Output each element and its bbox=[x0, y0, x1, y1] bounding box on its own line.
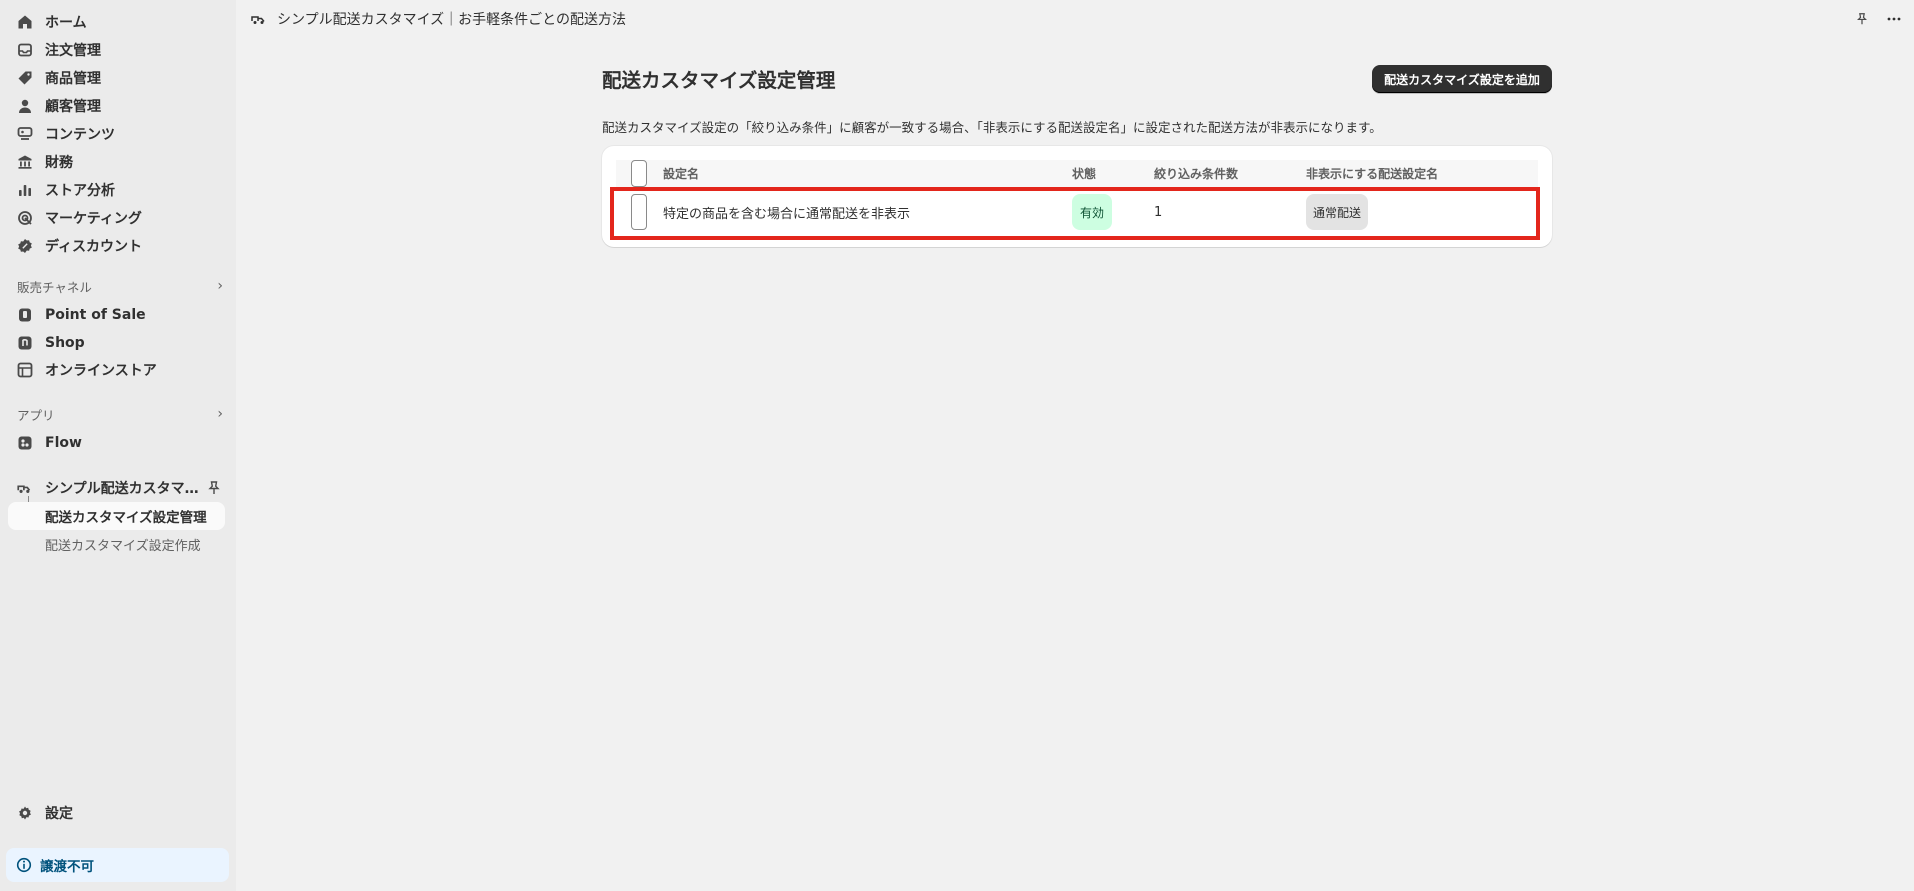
nav-label: 配送カスタマイズ設定作成 bbox=[45, 538, 201, 554]
main-content: シンプル配送カスタマイズ｜お手軽条件ごとの配送方法 配送カスタマイズ設定管理 配… bbox=[236, 0, 1914, 891]
shipping-app-icon bbox=[250, 10, 268, 28]
section-label: アプリ bbox=[17, 407, 55, 423]
status-badge: 有効 bbox=[1072, 194, 1113, 230]
nav-item-point-of-sale[interactable]: Point of Sale bbox=[16, 302, 146, 328]
column-header-hidden-shipping[interactable]: 非表示にする配送設定名 bbox=[1306, 160, 1438, 187]
apps-header[interactable]: アプリ › bbox=[17, 404, 223, 424]
discount-icon bbox=[16, 237, 34, 255]
sales-channels-header[interactable]: 販売チャネル › bbox=[17, 276, 223, 296]
chevron-right-icon: › bbox=[217, 406, 223, 422]
nav-item-online-store[interactable]: オンラインストア bbox=[16, 357, 157, 383]
select-all-cell bbox=[631, 160, 647, 187]
table-header: 設定名 状態 絞り込み条件数 非表示にする配送設定名 bbox=[616, 160, 1538, 188]
nav-label: 顧客管理 bbox=[45, 99, 101, 115]
nav-subitem-shipping-settings-create[interactable]: 配送カスタマイズ設定作成 bbox=[45, 534, 201, 554]
tag-icon bbox=[16, 69, 34, 87]
settings-table-card: 設定名 状態 絞り込み条件数 非表示にする配送設定名 特定の商品を含む場合に通常… bbox=[602, 146, 1552, 247]
row-status-cell: 有効 bbox=[1072, 194, 1113, 230]
nav-item-discounts[interactable]: ディスカウント bbox=[16, 233, 142, 259]
store-icon bbox=[16, 361, 34, 379]
table-row[interactable]: 特定の商品を含む場合に通常配送を非表示 有効 1 通常配送 bbox=[616, 194, 1538, 230]
row-filter-count: 1 bbox=[1154, 204, 1163, 220]
app-title-bar: シンプル配送カスタマイズ｜お手軽条件ごとの配送方法 bbox=[236, 0, 1914, 38]
select-all-checkbox[interactable] bbox=[631, 160, 647, 187]
info-icon bbox=[16, 857, 32, 873]
nav-label: オンラインストア bbox=[45, 363, 157, 379]
nav-label: 配送カスタマイズ設定管理 bbox=[45, 510, 207, 526]
chevron-right-icon: › bbox=[217, 278, 223, 294]
more-options-icon[interactable] bbox=[1884, 9, 1904, 29]
target-icon bbox=[16, 209, 34, 227]
column-header-status[interactable]: 状態 bbox=[1072, 160, 1096, 187]
gear-icon bbox=[16, 804, 34, 822]
page-description: 配送カスタマイズ設定の「絞り込み条件」に顧客が一致する場合、「非表示にする配送設… bbox=[602, 120, 1382, 135]
nav-item-app-shipping-customize[interactable]: シンプル配送カスタマイズ｜お手軽条件ごとの配送方法 bbox=[16, 476, 222, 500]
add-shipping-customize-button[interactable]: 配送カスタマイズ設定を追加 bbox=[1372, 65, 1552, 93]
row-setting-name[interactable]: 特定の商品を含む場合に通常配送を非表示 bbox=[663, 194, 910, 230]
chart-icon bbox=[16, 181, 34, 199]
nav-label: 商品管理 bbox=[45, 71, 101, 87]
nav-label: Flow bbox=[45, 435, 82, 451]
nav-subitem-shipping-settings-manage[interactable]: 配送カスタマイズ設定管理 bbox=[8, 502, 225, 530]
nav-item-products[interactable]: 商品管理 bbox=[16, 65, 101, 91]
nav-label: マーケティング bbox=[45, 211, 142, 227]
nav-item-shop[interactable]: Shop bbox=[16, 330, 85, 356]
page-title: 配送カスタマイズ設定管理 bbox=[602, 69, 836, 92]
shipping-app-icon bbox=[16, 479, 34, 497]
pin-icon[interactable] bbox=[206, 480, 222, 496]
hidden-shipping-badge: 通常配送 bbox=[1306, 194, 1369, 230]
inbox-icon bbox=[16, 41, 34, 59]
notice-label: 譲渡不可 bbox=[40, 859, 94, 875]
content-icon bbox=[16, 125, 34, 143]
shop-icon bbox=[16, 334, 34, 352]
nav-label: コンテンツ bbox=[45, 127, 115, 143]
nav-item-home[interactable]: ホーム bbox=[16, 9, 87, 35]
app-title: シンプル配送カスタマイズ｜お手軽条件ごとの配送方法 bbox=[277, 12, 627, 28]
pos-icon bbox=[16, 306, 34, 324]
nav-item-orders[interactable]: 注文管理 bbox=[16, 37, 101, 63]
home-icon bbox=[16, 13, 34, 31]
nav-label: ホーム bbox=[45, 15, 87, 31]
column-header-name[interactable]: 設定名 bbox=[663, 160, 699, 187]
nav-item-content[interactable]: コンテンツ bbox=[16, 121, 115, 147]
row-hidden-cell: 通常配送 bbox=[1306, 194, 1369, 230]
nav-label: ストア分析 bbox=[45, 183, 115, 199]
flow-icon bbox=[16, 434, 34, 452]
nav-label: Shop bbox=[45, 335, 85, 351]
non-transferable-notice[interactable]: 譲渡不可 bbox=[6, 848, 229, 882]
nav-item-finance[interactable]: 財務 bbox=[16, 149, 73, 175]
bank-icon bbox=[16, 153, 34, 171]
nav-label: Point of Sale bbox=[45, 307, 146, 323]
nav-item-marketing[interactable]: マーケティング bbox=[16, 205, 142, 231]
sidebar: ホーム 注文管理 商品管理 顧客管理 コンテンツ 財務 ストア分析 マーケティン… bbox=[0, 0, 236, 891]
nav-label: 財務 bbox=[45, 155, 73, 171]
topbar-actions bbox=[1852, 9, 1904, 29]
nav-item-analytics[interactable]: ストア分析 bbox=[16, 177, 115, 203]
nav-item-settings[interactable]: 設定 bbox=[16, 800, 73, 826]
nav-label: ディスカウント bbox=[45, 239, 143, 255]
nav-item-flow[interactable]: Flow bbox=[16, 430, 82, 456]
nav-label: 設定 bbox=[45, 806, 73, 822]
person-icon bbox=[16, 97, 34, 115]
section-label: 販売チャネル bbox=[17, 279, 92, 295]
nav-item-customers[interactable]: 顧客管理 bbox=[16, 93, 101, 119]
column-header-filter-count[interactable]: 絞り込み条件数 bbox=[1154, 160, 1238, 187]
nav-label: シンプル配送カスタマイズ｜お手軽条件ごとの配送方法 bbox=[45, 481, 202, 497]
nav-label: 注文管理 bbox=[45, 43, 101, 59]
row-checkbox-cell bbox=[631, 194, 647, 230]
row-checkbox[interactable] bbox=[631, 194, 647, 230]
pin-icon[interactable] bbox=[1852, 9, 1872, 29]
